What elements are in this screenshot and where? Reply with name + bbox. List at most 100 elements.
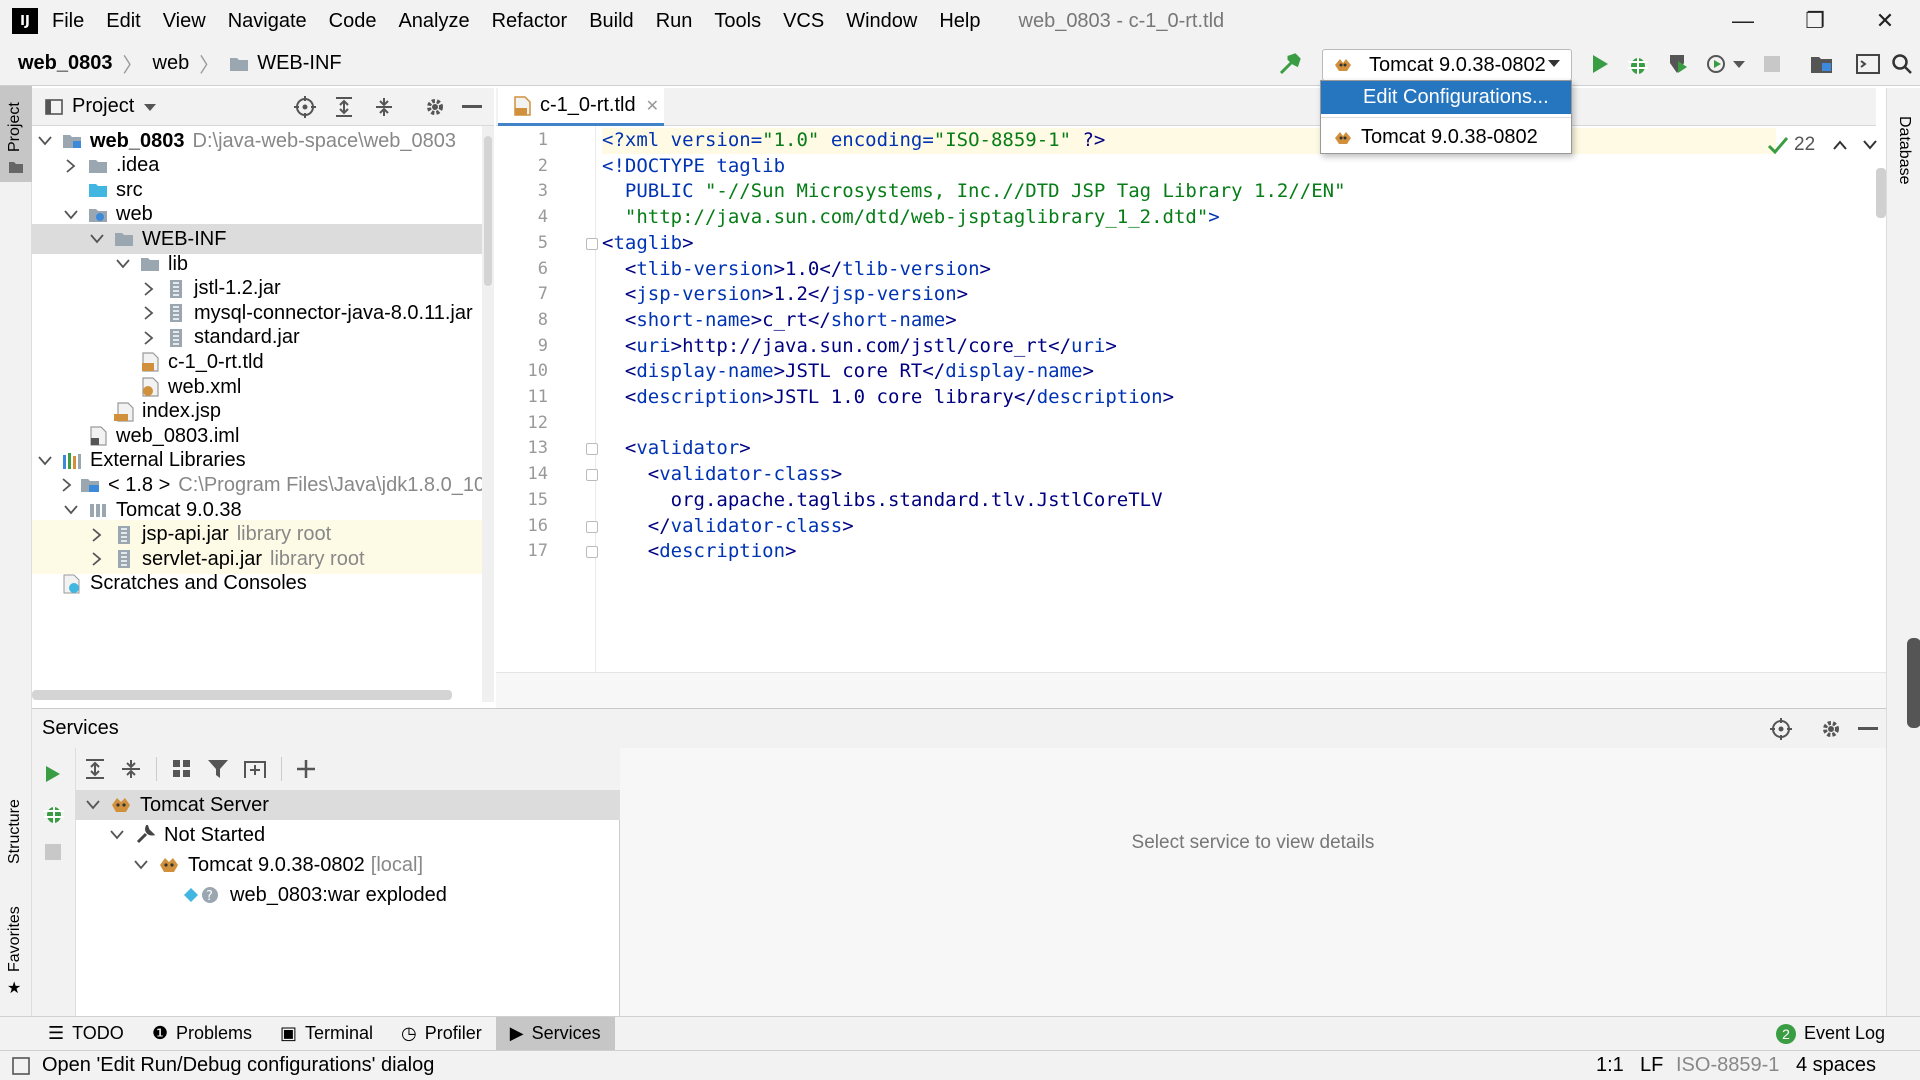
tab-problems[interactable]: ❶ Problems — [138, 1017, 266, 1051]
chevron-right-icon[interactable] — [140, 304, 158, 322]
close-window-icon[interactable]: ✕ — [1850, 0, 1920, 42]
project-panel-title[interactable]: Project — [72, 95, 134, 118]
menu-view[interactable]: View — [163, 10, 206, 33]
service-item[interactable]: ? web_0803:war exploded — [76, 880, 620, 910]
service-item[interactable]: Tomcat Server — [76, 790, 620, 820]
line-separator[interactable]: LF — [1640, 1054, 1663, 1077]
inspection-widget[interactable]: 22 — [1768, 134, 1877, 156]
menu-navigate[interactable]: Navigate — [228, 10, 307, 33]
menu-help[interactable]: Help — [939, 10, 980, 33]
service-item[interactable]: Tomcat 9.0.38-0802 [local] — [76, 850, 620, 880]
indent-setting[interactable]: 4 spaces — [1796, 1054, 1876, 1077]
menu-file[interactable]: File — [52, 10, 84, 33]
project-tool-button[interactable]: Project — [0, 86, 32, 182]
chevron-down-icon[interactable] — [144, 102, 157, 112]
more-run-options-icon[interactable] — [1728, 50, 1750, 78]
next-highlight-icon[interactable] — [1863, 140, 1877, 150]
chevron-down-icon[interactable] — [62, 206, 80, 224]
event-log-button[interactable]: 2 Event Log — [1762, 1017, 1899, 1051]
stop-icon[interactable] — [45, 844, 61, 860]
breadcrumb-item-project[interactable]: web_0803 — [18, 52, 113, 75]
editor-tab-active[interactable]: c-1_0-rt.tld ✕ — [498, 88, 664, 126]
chevron-down-icon[interactable] — [62, 501, 80, 519]
chevron-down-icon[interactable] — [84, 796, 102, 814]
project-horizontal-scrollbar[interactable] — [32, 690, 452, 700]
breadcrumb-item-web-inf[interactable]: WEB-INF — [257, 52, 341, 75]
memory-indicator[interactable] — [1907, 638, 1920, 728]
locate-icon[interactable] — [294, 95, 316, 118]
new-tab-icon[interactable] — [243, 758, 267, 780]
gear-icon[interactable] — [424, 96, 446, 118]
previous-highlight-icon[interactable] — [1833, 140, 1847, 150]
structure-tool-button[interactable]: Structure — [0, 766, 32, 876]
code-editor[interactable]: <?xml version="1.0" encoding="ISO-8859-1… — [598, 126, 1880, 672]
run-icon[interactable] — [44, 764, 62, 784]
tree-item[interactable]: Scratches and Consoles — [32, 569, 494, 599]
restore-icon[interactable]: ❐ — [1780, 0, 1850, 42]
chevron-down-icon[interactable] — [108, 826, 126, 844]
fold-marker-icon[interactable] — [586, 520, 598, 533]
editor-scrollbar[interactable] — [1876, 168, 1886, 218]
hide-panel-icon[interactable] — [1858, 726, 1878, 731]
coverage-icon[interactable] — [1664, 50, 1692, 78]
fold-marker-icon[interactable] — [586, 237, 598, 250]
expand-all-icon[interactable] — [84, 758, 106, 780]
debug-icon[interactable] — [43, 802, 65, 824]
project-scrollbar[interactable] — [482, 126, 494, 702]
debug-icon[interactable] — [1624, 50, 1652, 78]
tomcat-configuration-item[interactable]: Tomcat 9.0.38-0802 — [1321, 121, 1571, 154]
menu-edit[interactable]: Edit — [106, 10, 140, 33]
collapse-all-icon[interactable] — [374, 96, 394, 118]
toggle-tool-windows-icon[interactable] — [12, 1056, 30, 1075]
service-item[interactable]: Not Started — [76, 820, 620, 850]
tab-profiler[interactable]: ◷ Profiler — [387, 1017, 496, 1051]
chevron-down-icon[interactable] — [36, 132, 54, 150]
menu-code[interactable]: Code — [329, 10, 377, 33]
terminal-window-icon[interactable] — [1854, 50, 1882, 78]
profile-icon[interactable] — [1702, 50, 1730, 78]
menu-window[interactable]: Window — [846, 10, 917, 33]
favorites-tool-button[interactable]: Favorites ★ — [0, 896, 32, 997]
chevron-right-icon[interactable] — [88, 550, 106, 568]
chevron-right-icon[interactable] — [140, 280, 158, 298]
database-tool-button[interactable]: Database — [1887, 88, 1920, 208]
fold-marker-icon[interactable] — [586, 443, 598, 456]
caret-position[interactable]: 1:1 — [1596, 1054, 1624, 1077]
filter-icon[interactable] — [207, 758, 229, 780]
build-hammer-icon[interactable] — [1276, 50, 1304, 78]
chevron-down-icon[interactable] — [36, 452, 54, 470]
run-configuration-selector[interactable]: Tomcat 9.0.38-0802 — [1322, 49, 1572, 81]
collapse-all-icon[interactable] — [120, 758, 142, 780]
chevron-right-icon[interactable] — [88, 526, 106, 544]
menu-refactor[interactable]: Refactor — [492, 10, 568, 33]
project-structure-icon[interactable] — [1808, 50, 1836, 78]
chevron-right-icon[interactable] — [62, 476, 72, 494]
gear-icon[interactable] — [1820, 718, 1842, 740]
tab-services[interactable]: ▶ Services — [495, 1016, 615, 1051]
file-encoding[interactable]: ISO-8859-1 — [1676, 1054, 1779, 1077]
search-everywhere-icon[interactable] — [1888, 50, 1916, 78]
chevron-down-icon[interactable] — [132, 856, 150, 874]
breadcrumb-item-web[interactable]: web — [153, 52, 190, 75]
locate-icon[interactable] — [1770, 717, 1792, 740]
chevron-right-icon[interactable] — [140, 329, 158, 347]
add-service-icon[interactable] — [296, 758, 318, 780]
fold-marker-icon[interactable] — [586, 469, 598, 482]
chevron-down-icon[interactable] — [114, 255, 132, 273]
group-by-icon[interactable] — [171, 758, 193, 780]
close-tab-icon[interactable]: ✕ — [646, 96, 659, 116]
menu-build[interactable]: Build — [589, 10, 633, 33]
run-icon[interactable] — [1586, 50, 1614, 78]
hide-panel-icon[interactable] — [462, 104, 482, 109]
expand-all-icon[interactable] — [334, 96, 354, 118]
menu-analyze[interactable]: Analyze — [398, 10, 469, 33]
menu-tools[interactable]: Tools — [714, 10, 761, 33]
menu-vcs[interactable]: VCS — [783, 10, 824, 33]
chevron-down-icon[interactable] — [88, 230, 106, 248]
fold-marker-icon[interactable] — [586, 546, 598, 559]
stop-icon[interactable] — [1758, 50, 1786, 78]
tab-todo[interactable]: ☰ TODO — [34, 1017, 138, 1051]
chevron-right-icon[interactable] — [62, 157, 80, 175]
tab-terminal[interactable]: ▣ Terminal — [266, 1017, 387, 1051]
minimize-icon[interactable]: — — [1708, 0, 1778, 42]
